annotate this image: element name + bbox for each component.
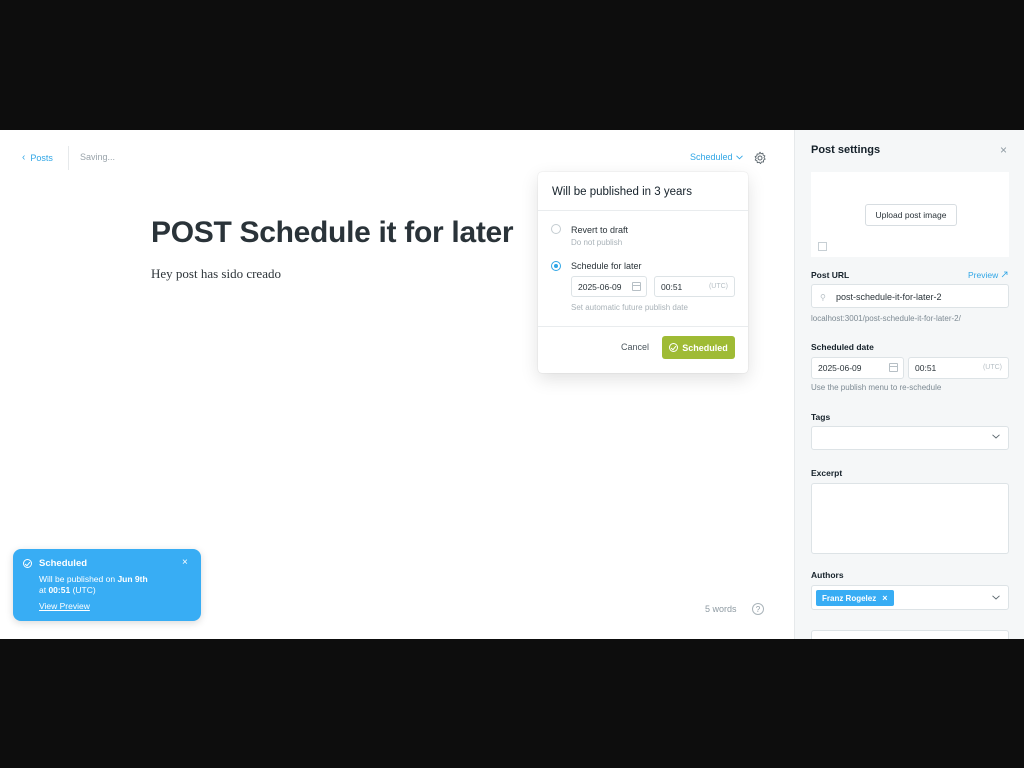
close-icon[interactable]: × (1000, 143, 1007, 157)
popover-footer-divider (538, 326, 748, 327)
post-body[interactable]: Hey post has sido creado (151, 266, 281, 282)
schedule-for-later-label[interactable]: Schedule for later (571, 261, 642, 271)
toast-message-time: at 00:51 (UTC) (39, 585, 96, 595)
panel-title: Post settings (811, 144, 881, 156)
letterbox-top (0, 0, 1024, 130)
next-field-box[interactable] (811, 630, 1009, 639)
scheduled-time-value: 00:51 (915, 363, 937, 373)
post-url-label: Post URL (811, 270, 850, 280)
post-title[interactable]: POST Schedule it for later (151, 216, 514, 250)
chevron-left-icon: ‹ (22, 152, 26, 163)
scheduled-button-label: Scheduled (682, 342, 728, 353)
excerpt-textarea[interactable] (811, 483, 1009, 554)
excerpt-label: Excerpt (811, 468, 843, 478)
preview-link[interactable]: Preview (968, 270, 1008, 280)
timezone-label: (UTC) (982, 364, 1002, 371)
scheduled-time-input[interactable]: 00:51 (UTC) (908, 357, 1009, 379)
link-icon: ⚲ (820, 293, 826, 302)
toast-line1-prefix: Will be published on (39, 574, 118, 584)
toast-timezone: (UTC) (70, 585, 96, 595)
revert-to-draft-radio[interactable] (551, 224, 561, 234)
post-url-value: post-schedule-it-for-later-2 (836, 292, 942, 302)
scheduled-button[interactable]: Scheduled (662, 336, 735, 359)
timezone-label: (UTC) (708, 283, 728, 290)
publish-status-label: Scheduled (690, 152, 733, 162)
tags-input[interactable] (811, 426, 1009, 450)
post-settings-panel: Post settings × Upload post image Post U… (794, 130, 1024, 639)
schedule-time-input[interactable]: 00:51 (UTC) (654, 276, 735, 297)
author-chip: Franz Rogelez × (816, 590, 894, 606)
post-url-input[interactable]: ⚲ post-schedule-it-for-later-2 (811, 284, 1009, 308)
upload-post-image-button[interactable]: Upload post image (865, 204, 957, 226)
scheduled-toast: Scheduled × Will be published on Jun 9th… (13, 549, 201, 621)
schedule-date-input[interactable]: 2025-06-09 (571, 276, 647, 297)
authors-input[interactable]: Franz Rogelez × (811, 585, 1009, 610)
back-to-posts-link[interactable]: ‹ Posts (22, 152, 53, 163)
chevron-down-icon (735, 154, 743, 159)
scheduled-date-label: Scheduled date (811, 342, 874, 352)
schedule-for-later-radio[interactable] (551, 261, 561, 271)
view-preview-link[interactable]: View Preview (39, 601, 90, 611)
revert-to-draft-hint: Do not publish (571, 238, 623, 247)
schedule-hint: Set automatic future publish date (571, 303, 688, 312)
schedule-time-value: 00:51 (661, 282, 683, 292)
letterbox-bottom (0, 639, 1024, 768)
scheduled-date-input[interactable]: 2025-06-09 (811, 357, 904, 379)
external-link-icon (1001, 271, 1008, 278)
toast-message: Will be published on Jun 9th (39, 574, 148, 584)
tags-label: Tags (811, 412, 831, 422)
scheduled-date-value: 2025-06-09 (818, 363, 862, 373)
cancel-button[interactable]: Cancel (621, 342, 649, 352)
editor-app: ‹ Posts Saving... Scheduled POST Schedul… (0, 130, 1024, 639)
post-image-area[interactable]: Upload post image (811, 172, 1009, 257)
saving-status: Saving... (80, 152, 116, 162)
header-divider (68, 146, 69, 170)
scheduled-date-hint: Use the publish menu to re-schedule (811, 383, 942, 392)
chevron-down-icon (992, 595, 1000, 600)
gear-icon[interactable] (753, 151, 767, 165)
check-circle-icon (669, 343, 679, 352)
toast-date: Jun 9th (117, 574, 148, 584)
publish-popover: Will be published in 3 years Revert to d… (538, 172, 748, 373)
close-icon[interactable]: × (182, 557, 188, 568)
back-link-label: Posts (30, 152, 53, 163)
preview-link-label: Preview (968, 270, 999, 280)
toast-time: 00:51 (48, 585, 71, 595)
authors-label: Authors (811, 570, 844, 580)
author-name: Franz Rogelez (822, 593, 877, 603)
post-url-full: localhost:3001/post-schedule-it-for-late… (811, 314, 961, 323)
calendar-icon[interactable] (632, 282, 641, 291)
schedule-date-value: 2025-06-09 (578, 282, 622, 292)
popover-title: Will be published in 3 years (552, 186, 692, 198)
popover-divider (538, 210, 748, 211)
editor-area: ‹ Posts Saving... Scheduled POST Schedul… (0, 130, 794, 639)
publish-status-dropdown[interactable]: Scheduled (690, 152, 743, 162)
toast-title: Scheduled (39, 558, 88, 569)
chevron-down-icon (992, 434, 1000, 439)
image-icon (818, 242, 827, 251)
help-icon[interactable]: ? (752, 603, 764, 615)
remove-author-icon[interactable]: × (882, 593, 887, 603)
word-count: 5 words (705, 604, 737, 614)
revert-to-draft-label[interactable]: Revert to draft (571, 225, 628, 235)
calendar-icon[interactable] (889, 363, 898, 372)
check-circle-icon (23, 559, 32, 568)
